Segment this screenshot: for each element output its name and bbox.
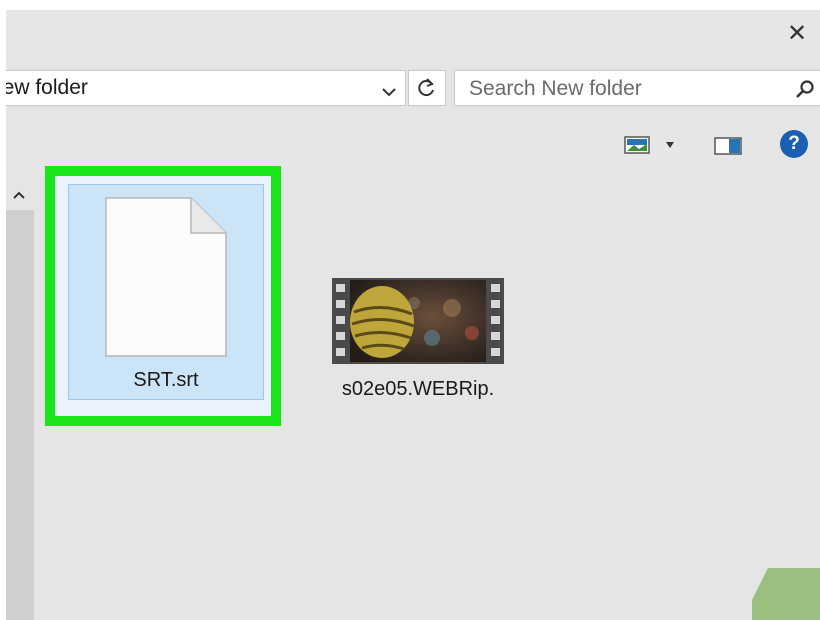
navigation-pane: [6, 180, 34, 620]
file-name: s02e05.WEBRip.: [341, 378, 495, 400]
file-name: SRT.srt: [133, 369, 199, 391]
file-item-srt[interactable]: SRT.srt: [68, 184, 264, 400]
scrollbar-thumb[interactable]: [6, 210, 34, 620]
view-options-icon[interactable]: [624, 136, 650, 154]
document-icon: [105, 197, 227, 357]
title-bar: ✕: [6, 10, 820, 56]
help-icon[interactable]: ?: [780, 130, 808, 158]
close-button[interactable]: ✕: [774, 10, 820, 56]
corner-decoration: [752, 568, 820, 620]
refresh-icon: [418, 78, 434, 97]
chevron-down-icon[interactable]: [666, 142, 674, 148]
file-item-video[interactable]: s02e05.WEBRip.: [328, 278, 508, 408]
refresh-button[interactable]: [408, 70, 446, 106]
close-icon: ✕: [786, 19, 808, 47]
address-path: lew folder: [6, 76, 88, 99]
search-icon[interactable]: [795, 79, 815, 99]
file-list: SRT.srt s02e05.WEBRip.: [34, 166, 820, 620]
help-glyph: ?: [788, 133, 800, 154]
preview-pane-icon[interactable]: [714, 137, 742, 155]
scroll-up-icon[interactable]: [12, 190, 26, 200]
search-box[interactable]: [454, 70, 820, 107]
file-dialog-window: ✕ lew folder Search New folder ? SRT.srt…: [6, 10, 820, 620]
video-thumbnail-icon: [332, 278, 504, 364]
chevron-down-icon[interactable]: [381, 87, 397, 97]
address-bar[interactable]: lew folder: [6, 70, 406, 106]
search-input[interactable]: [467, 71, 771, 107]
address-row: lew folder: [6, 66, 820, 110]
command-bar: ?: [6, 120, 820, 172]
